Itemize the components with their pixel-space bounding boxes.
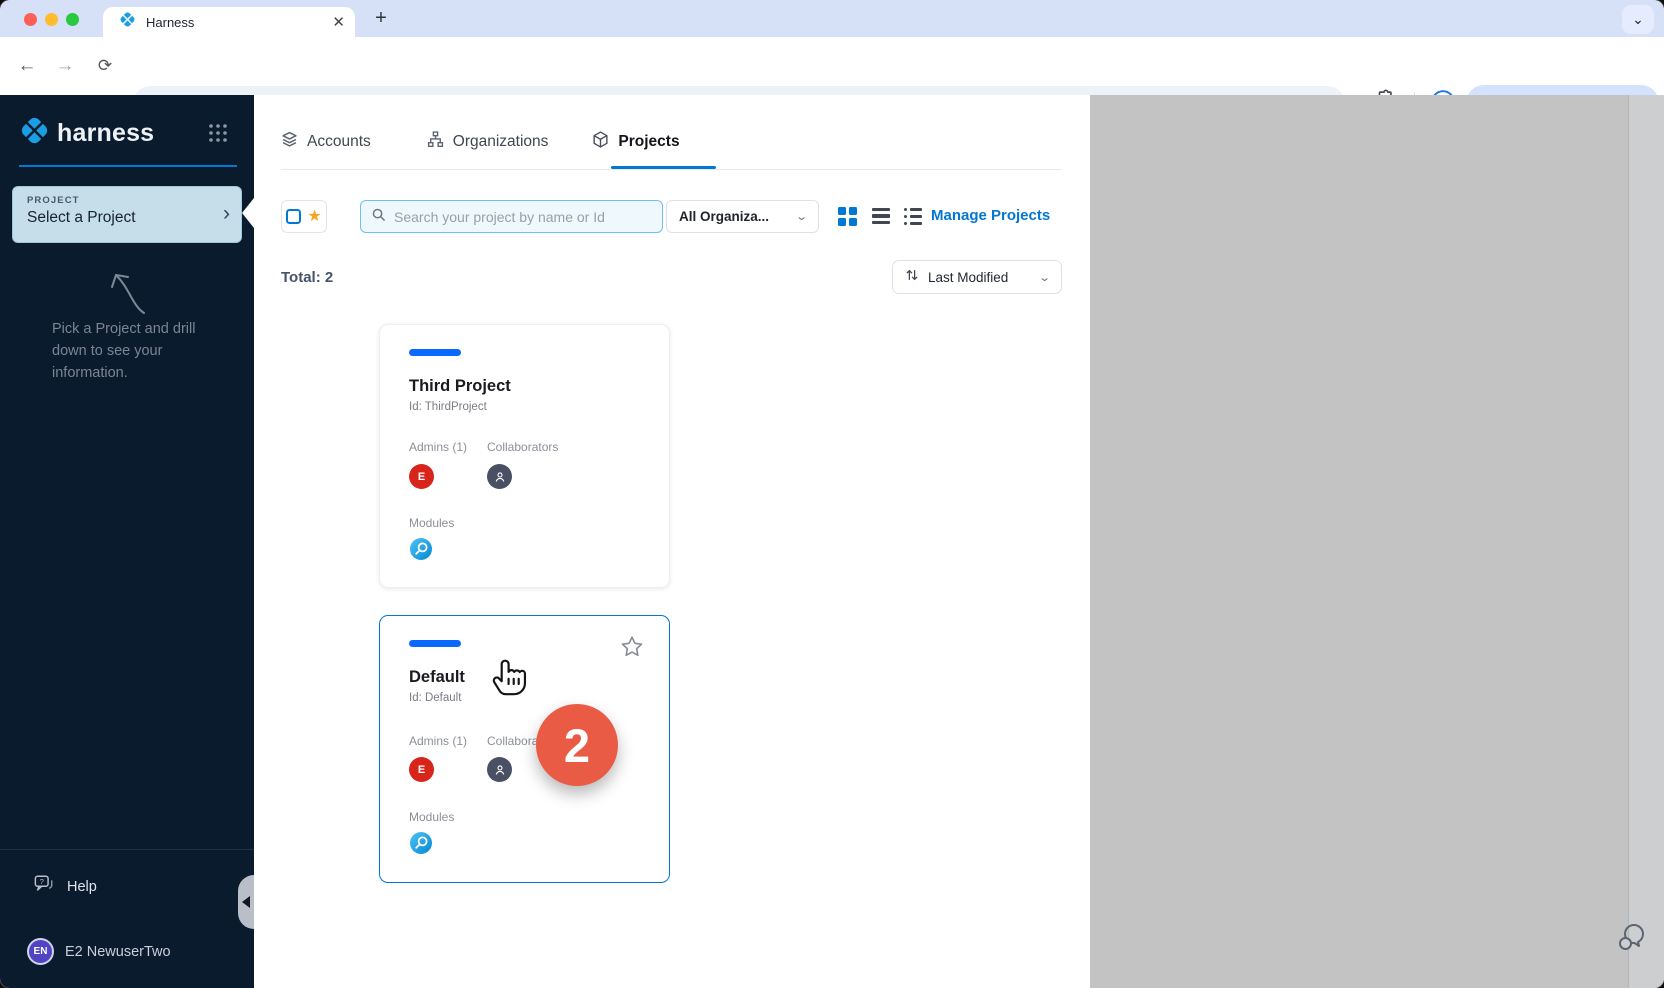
modules-label: Modules xyxy=(409,516,454,530)
svg-text:?: ? xyxy=(40,877,44,886)
modules-label: Modules xyxy=(409,810,454,824)
project-selector-label: PROJECT xyxy=(27,195,227,206)
harness-app: harness PROJECT Select a Project › Pick xyxy=(0,95,1664,988)
project-id: Id: ThirdProject xyxy=(409,401,487,413)
hand-cursor-icon xyxy=(488,652,532,703)
project-title: Third Project xyxy=(409,377,511,396)
tab-accounts-label: Accounts xyxy=(307,133,371,151)
tabs-border xyxy=(281,169,1062,170)
total-count: Total: 2 xyxy=(281,269,333,286)
card-color-bar xyxy=(409,640,461,647)
project-card-default[interactable]: Default Id: Default Admins (1) Collabora… xyxy=(379,615,670,883)
sidebar: harness PROJECT Select a Project › Pick xyxy=(0,95,254,988)
forward-button[interactable]: → xyxy=(52,53,78,79)
admins-label: Admins (1) xyxy=(409,734,467,748)
org-filter-select[interactable]: All Organiza... ⌄ xyxy=(666,200,819,233)
tab-strip: Harness ✕ + ⌄ xyxy=(0,0,1664,37)
reload-button[interactable]: ⟳ xyxy=(92,53,118,79)
project-search[interactable] xyxy=(360,200,663,233)
tab-projects[interactable]: Projects xyxy=(592,131,679,153)
tab-accounts[interactable]: Accounts xyxy=(281,131,371,153)
tab-projects-label: Projects xyxy=(618,133,679,151)
admin-avatar[interactable]: E xyxy=(409,464,434,489)
cube-icon xyxy=(592,131,609,153)
active-tab-underline xyxy=(611,166,716,169)
browser-window: Harness ✕ + ⌄ ← → ⟳ app.harness.io/ng/ac… xyxy=(0,0,1664,988)
favorites-filter[interactable]: ★ xyxy=(281,200,327,233)
collaborators-label: Collaborators xyxy=(487,440,558,454)
app-switcher-icon[interactable] xyxy=(208,123,228,148)
favorite-star-icon: ★ xyxy=(307,209,321,225)
annotation-step-badge: 2 xyxy=(536,704,618,786)
tab-title: Harness xyxy=(146,15,332,30)
selector-pointer-notch xyxy=(242,198,254,228)
help-label: Help xyxy=(67,879,97,895)
brand-name: harness xyxy=(57,119,154,148)
traffic-light-zoom[interactable] xyxy=(66,13,79,26)
sidebar-hint-text: Pick a Project and drill down to see you… xyxy=(52,318,214,384)
module-chaos-icon[interactable] xyxy=(409,831,433,860)
favorites-checkbox[interactable] xyxy=(286,209,301,224)
chevron-down-icon: ⌄ xyxy=(795,210,808,223)
collaborator-avatar[interactable] xyxy=(487,757,512,782)
feedback-chat-icon[interactable] xyxy=(1614,919,1650,960)
browser-tab-harness[interactable]: Harness ✕ xyxy=(103,7,355,37)
project-selector-value: Select a Project xyxy=(27,209,227,227)
project-card-third-project[interactable]: Third Project Id: ThirdProject Admins (1… xyxy=(379,324,670,588)
tab-organizations[interactable]: Organizations xyxy=(427,131,549,153)
sort-arrows-icon xyxy=(905,268,919,287)
user-name: E2 NewuserTwo xyxy=(65,944,171,960)
harness-favicon-icon xyxy=(119,11,136,33)
org-filter-value: All Organiza... xyxy=(679,209,797,224)
chevron-right-icon: › xyxy=(223,203,230,225)
sidebar-collapse-handle[interactable] xyxy=(238,875,254,929)
new-tab-button[interactable]: + xyxy=(368,6,394,32)
tab-close-icon[interactable]: ✕ xyxy=(332,15,345,30)
traffic-light-close[interactable] xyxy=(24,13,37,26)
arrow-doodle-icon xyxy=(98,263,156,324)
accounts-layers-icon xyxy=(281,131,298,153)
project-title: Default xyxy=(409,668,465,687)
collaborator-avatar[interactable] xyxy=(487,464,512,489)
search-icon xyxy=(371,207,386,227)
user-avatar: EN xyxy=(27,938,54,965)
project-selector[interactable]: PROJECT Select a Project › xyxy=(12,186,242,243)
browser-toolbar: ← → ⟳ app.harness.io/ng/account/YWdkwNPi… xyxy=(0,37,1664,95)
manage-projects-link[interactable]: Manage Projects xyxy=(931,207,1050,224)
traffic-light-minimize[interactable] xyxy=(45,13,58,26)
project-id: Id: Default xyxy=(409,692,461,704)
scope-tabs: Accounts Organizations Projec xyxy=(281,131,680,153)
harness-logo-icon xyxy=(19,115,50,151)
search-input[interactable] xyxy=(394,209,652,225)
sidebar-bottom-divider xyxy=(0,849,254,850)
favorite-toggle-icon[interactable] xyxy=(619,634,645,665)
admin-avatar[interactable]: E xyxy=(409,757,434,782)
sort-select[interactable]: Last Modified ⌄ xyxy=(892,260,1062,294)
help-chat-icon: ? xyxy=(33,874,55,899)
list-view-button[interactable] xyxy=(904,208,923,229)
sidebar-divider xyxy=(19,165,237,167)
module-chaos-icon[interactable] xyxy=(409,537,433,566)
back-button[interactable]: ← xyxy=(14,53,40,79)
admins-label: Admins (1) xyxy=(409,440,467,454)
harness-logo[interactable]: harness xyxy=(19,115,154,151)
card-color-bar xyxy=(409,349,461,356)
scrollbar-track[interactable] xyxy=(1628,95,1664,988)
main-content: Accounts Organizations Projec xyxy=(254,95,1090,988)
tab-search-button[interactable]: ⌄ xyxy=(1622,5,1654,34)
grid-view-button[interactable] xyxy=(838,207,857,226)
empty-canvas xyxy=(1090,95,1628,988)
org-chart-icon xyxy=(427,131,444,153)
sort-value: Last Modified xyxy=(928,270,1031,285)
row-view-button[interactable] xyxy=(872,208,890,227)
user-menu[interactable]: EN E2 NewuserTwo xyxy=(27,938,171,965)
help-button[interactable]: ? Help xyxy=(33,874,97,899)
chevron-down-icon: ⌄ xyxy=(1038,271,1051,284)
tab-organizations-label: Organizations xyxy=(453,133,549,151)
